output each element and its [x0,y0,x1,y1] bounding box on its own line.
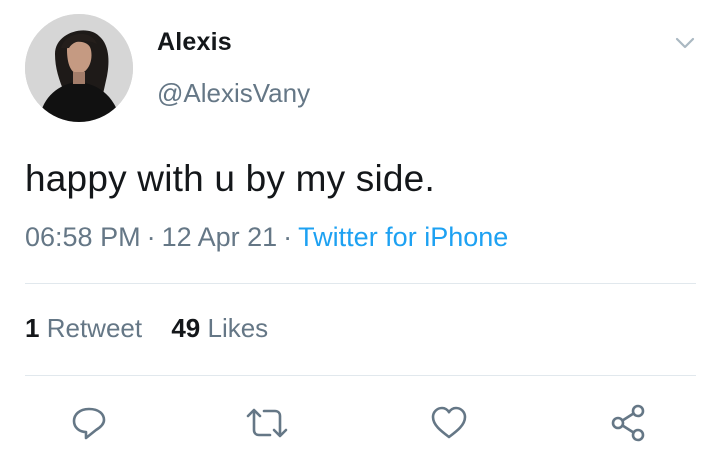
likes-stat[interactable]: 49 Likes [171,313,268,344]
chevron-down-icon[interactable] [672,30,698,56]
likes-count: 49 [171,313,201,343]
heart-icon[interactable] [429,403,469,443]
divider [25,375,696,376]
divider [25,283,696,284]
retweet-icon[interactable] [244,403,288,443]
likes-label: Likes [207,313,269,343]
tweet-source-link[interactable]: Twitter for iPhone [298,222,508,252]
author-display-name[interactable]: Alexis [157,28,232,57]
tweet-date: 12 Apr 21 [161,222,278,252]
share-icon[interactable] [609,403,649,443]
avatar-photo [25,14,133,122]
author-handle[interactable]: @AlexisVany [157,78,310,109]
tweet-time: 06:58 PM [25,222,141,252]
meta-separator: · [146,222,156,252]
tweet-text: happy with u by my side. [25,158,435,199]
meta-separator: · [283,222,293,252]
retweets-label: Retweet [46,313,143,343]
tweet-stats: 1 Retweet 49 Likes [25,313,290,344]
avatar[interactable] [25,14,133,122]
retweets-count: 1 [25,313,40,343]
retweets-stat[interactable]: 1 Retweet [25,313,142,344]
reply-icon[interactable] [69,403,109,443]
tweet-meta: 06:58 PM · 12 Apr 21 · Twitter for iPhone [25,222,508,253]
